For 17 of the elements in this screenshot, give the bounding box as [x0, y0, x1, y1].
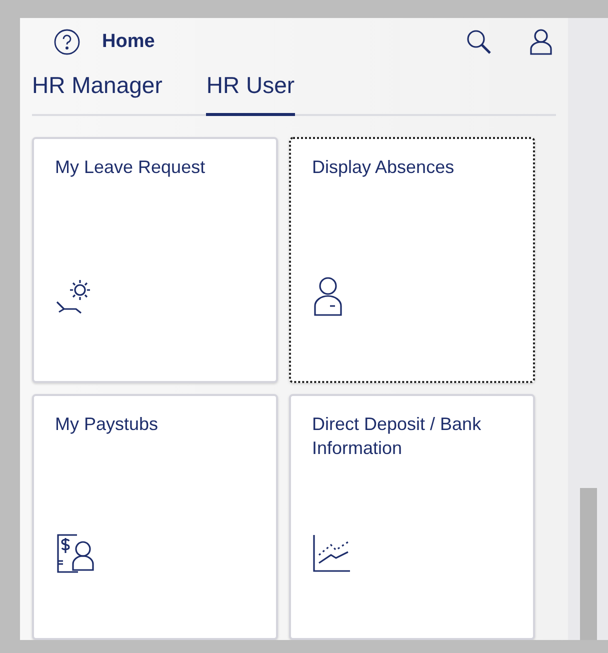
tab[interactable]: HR Manager	[32, 72, 162, 116]
tile-title: Direct Deposit / Bank Information	[312, 413, 482, 460]
person-icon	[312, 276, 344, 316]
user-icon[interactable]	[530, 28, 552, 55]
tile-title: Display Absences	[312, 156, 456, 179]
page-title: Home	[102, 30, 156, 53]
app-tile[interactable]: Display Absences	[289, 137, 535, 383]
help-icon[interactable]	[54, 28, 80, 55]
payslip-person-icon	[55, 533, 95, 573]
tile-title: My Leave Request	[55, 156, 206, 179]
app-tile[interactable]: My Paystubs	[32, 394, 278, 640]
app-tile[interactable]: Direct Deposit / Bank Information	[289, 394, 535, 640]
app-tile[interactable]: My Leave Request	[32, 137, 278, 383]
search-icon[interactable]	[466, 28, 492, 55]
tab[interactable]: HR User	[206, 72, 295, 116]
tile-title: My Paystubs	[55, 413, 160, 436]
line-chart-icon	[312, 533, 352, 573]
